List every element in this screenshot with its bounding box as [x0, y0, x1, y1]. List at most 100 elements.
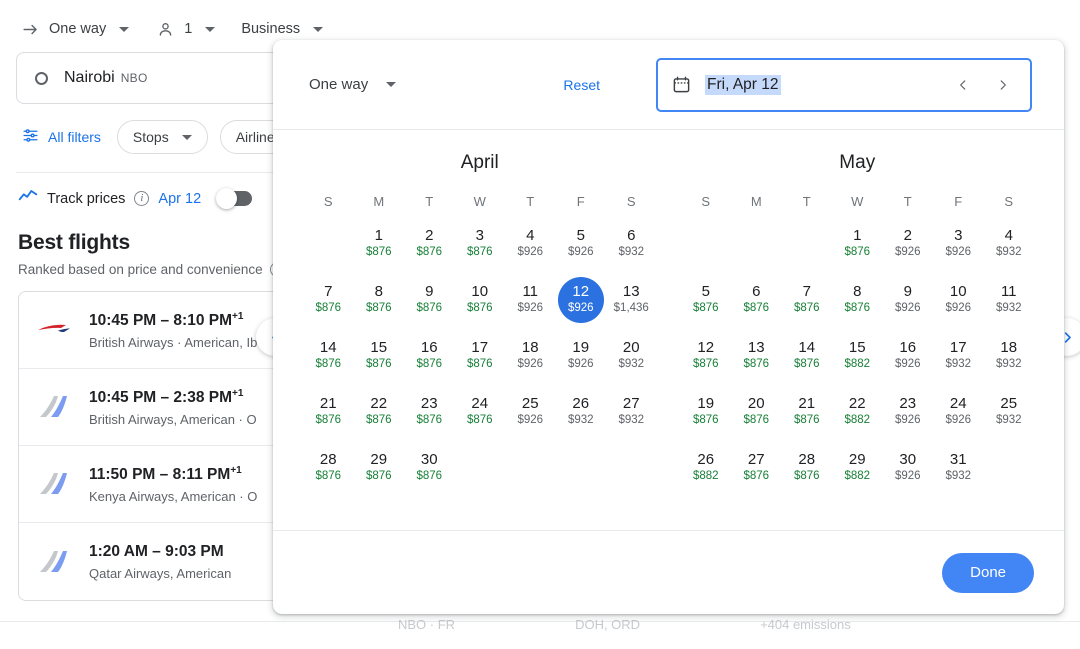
calendar-day[interactable]: 12 $876	[681, 333, 732, 385]
track-prices-toggle[interactable]	[216, 188, 253, 209]
calendar-day[interactable]: 5 $876	[681, 277, 732, 329]
calendar-day[interactable]: 15 $876	[354, 333, 405, 385]
calendar-day-number: 15	[370, 339, 388, 357]
calendar-day[interactable]: 1 $876	[354, 221, 405, 273]
calendar-week-row: 5 $876 6 $876 7 $876 8 $876 9 $926 10 $926 11 $932	[681, 277, 1035, 329]
calendar-day[interactable]: 6 $876	[731, 277, 782, 329]
calendar-day[interactable]: 13 $1,436	[606, 277, 657, 329]
arrow-right-icon	[20, 19, 40, 39]
calendar-day[interactable]: 30 $926	[883, 445, 934, 497]
calendar-day[interactable]: 13 $876	[731, 333, 782, 385]
calendar-day[interactable]: 26 $932	[556, 389, 607, 441]
calendar-day[interactable]: 3 $876	[455, 221, 506, 273]
calendar-day[interactable]: 16 $876	[404, 333, 455, 385]
done-button[interactable]: Done	[942, 552, 1034, 593]
calendar-day-price: $926	[517, 302, 544, 315]
dialog-trip-type-selector[interactable]: One way	[305, 70, 400, 99]
calendar-day-number: 3	[954, 227, 963, 245]
calendar-day-inner: 5 $926	[558, 221, 604, 267]
stops-filter-chip[interactable]: Stops	[116, 120, 208, 154]
reset-button[interactable]: Reset	[563, 77, 600, 93]
calendar-day[interactable]: 17 $876	[455, 333, 506, 385]
calendar-day-number: 7	[802, 283, 811, 301]
calendar-day[interactable]: 4 $932	[984, 221, 1035, 273]
calendar-day[interactable]: 9 $926	[883, 277, 934, 329]
weekday-label: F	[954, 194, 963, 209]
calendar-day-inner: 22 $882	[834, 389, 880, 435]
calendar-day[interactable]: 2 $876	[404, 221, 455, 273]
calendar-day[interactable]: 24 $876	[455, 389, 506, 441]
departure-date-input[interactable]: Fri, Apr 12	[656, 57, 1032, 112]
trip-type-selector[interactable]: One way	[16, 15, 139, 43]
calendar-day[interactable]: 9 $876	[404, 277, 455, 329]
info-icon[interactable]: i	[134, 191, 150, 206]
calendar-day[interactable]: 21 $876	[782, 389, 833, 441]
previous-day-button[interactable]	[950, 72, 976, 98]
calendar-day-selected[interactable]: 12 $926	[556, 277, 607, 329]
calendar-day[interactable]: 20 $932	[606, 333, 657, 385]
calendar-day[interactable]: 6 $932	[606, 221, 657, 273]
calendar-day[interactable]: 16 $926	[883, 333, 934, 385]
calendar-day[interactable]: 7 $876	[782, 277, 833, 329]
calendar-day-inner: 31 $932	[935, 445, 981, 491]
next-day-button[interactable]	[990, 72, 1016, 98]
calendar-day-empty	[556, 445, 607, 497]
calendar-day[interactable]: 23 $926	[883, 389, 934, 441]
calendar-day[interactable]: 5 $926	[556, 221, 607, 273]
calendar-day[interactable]: 23 $876	[404, 389, 455, 441]
calendar-day[interactable]: 25 $926	[505, 389, 556, 441]
calendar-day[interactable]: 31 $932	[933, 445, 984, 497]
calendar-day[interactable]: 28 $876	[303, 445, 354, 497]
calendar-day[interactable]: 11 $932	[984, 277, 1035, 329]
all-filters-button[interactable]: All filters	[18, 121, 105, 153]
generic-tail-logo	[37, 392, 71, 422]
calendar-day[interactable]: 24 $926	[933, 389, 984, 441]
calendar-day[interactable]: 29 $876	[354, 445, 405, 497]
calendar-day-empty	[606, 445, 657, 497]
calendar-day[interactable]: 30 $876	[404, 445, 455, 497]
track-prices-date[interactable]: Apr 12	[158, 191, 201, 207]
calendar-day[interactable]: 7 $876	[303, 277, 354, 329]
weekday-label: T	[425, 194, 434, 209]
calendar-day[interactable]: 15 $882	[832, 333, 883, 385]
calendar-day[interactable]: 14 $876	[782, 333, 833, 385]
departure-date-value[interactable]: Fri, Apr 12	[705, 74, 781, 95]
calendar-day[interactable]: 22 $882	[832, 389, 883, 441]
calendar-day[interactable]: 21 $876	[303, 389, 354, 441]
calendar-day-price: $876	[466, 302, 493, 315]
passengers-selector[interactable]: 1	[151, 15, 225, 43]
caret-down-icon	[386, 82, 397, 87]
calendar-day-inner: 20 $876	[733, 389, 779, 435]
calendar-day[interactable]: 17 $932	[933, 333, 984, 385]
calendar-day-empty	[455, 445, 506, 497]
calendar-day[interactable]: 26 $882	[681, 445, 732, 497]
calendar-day[interactable]: 25 $932	[984, 389, 1035, 441]
calendar-day[interactable]: 29 $882	[832, 445, 883, 497]
calendar-day-number: 24	[471, 395, 489, 413]
calendar-day[interactable]: 18 $932	[984, 333, 1035, 385]
calendar-day[interactable]: 11 $926	[505, 277, 556, 329]
calendar-day[interactable]: 22 $876	[354, 389, 405, 441]
calendar-day-number: 18	[1000, 339, 1018, 357]
dialog-trip-type-label: One way	[309, 76, 369, 93]
calendar-day[interactable]: 2 $926	[883, 221, 934, 273]
calendar-day[interactable]: 3 $926	[933, 221, 984, 273]
calendar-day[interactable]: 19 $926	[556, 333, 607, 385]
calendar-day[interactable]: 28 $876	[782, 445, 833, 497]
calendar-day[interactable]: 10 $926	[933, 277, 984, 329]
calendar-day[interactable]: 10 $876	[455, 277, 506, 329]
calendar-day[interactable]: 8 $876	[832, 277, 883, 329]
calendar-day[interactable]: 18 $926	[505, 333, 556, 385]
calendar-day[interactable]: 8 $876	[354, 277, 405, 329]
calendar-day-number: 4	[1004, 227, 1013, 245]
calendar-day[interactable]: 27 $932	[606, 389, 657, 441]
calendar-day[interactable]: 1 $876	[832, 221, 883, 273]
calendar-day-inner: 5 $876	[683, 277, 729, 323]
calendar-day[interactable]: 4 $926	[505, 221, 556, 273]
calendar-day[interactable]: 14 $876	[303, 333, 354, 385]
calendar-day[interactable]: 19 $876	[681, 389, 732, 441]
calendar-day[interactable]: 27 $876	[731, 445, 782, 497]
calendar-day[interactable]: 20 $876	[731, 389, 782, 441]
weekday-label: T	[802, 194, 811, 209]
cabin-class-selector[interactable]: Business	[237, 17, 333, 41]
